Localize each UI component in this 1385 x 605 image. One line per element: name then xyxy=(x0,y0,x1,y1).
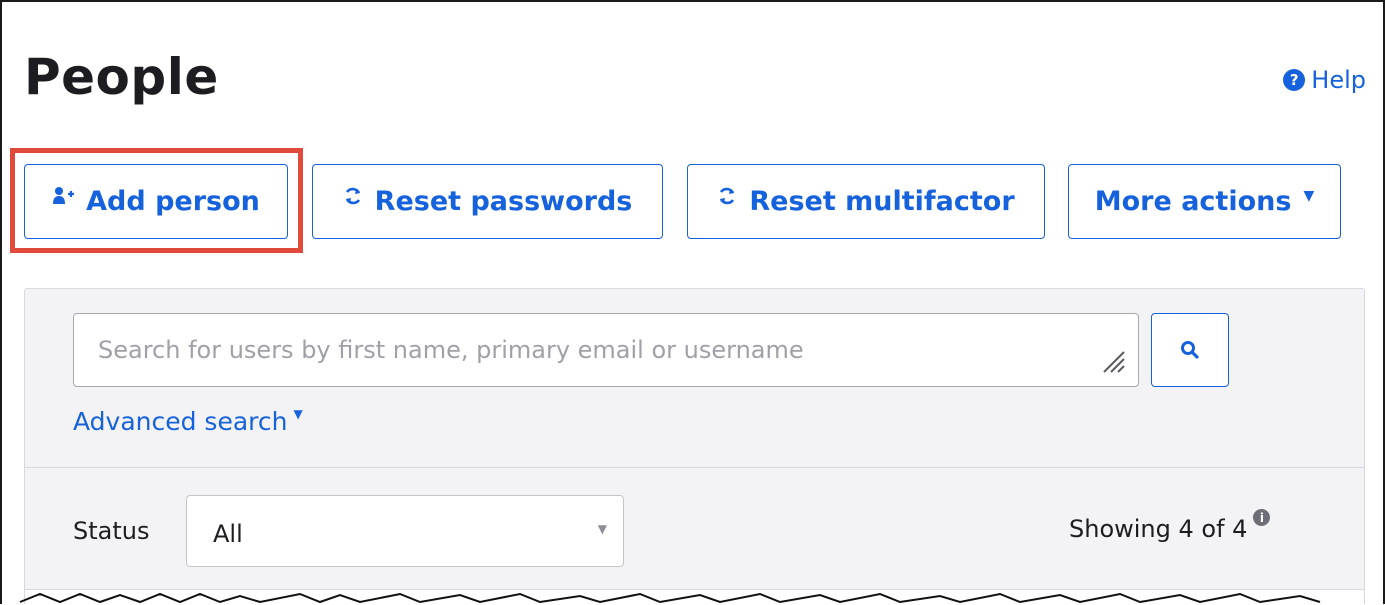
page-title: People xyxy=(24,48,219,106)
reset-multifactor-button[interactable]: Reset multifactor xyxy=(687,164,1045,239)
refresh-icon xyxy=(720,187,735,204)
add-person-button[interactable]: Add person xyxy=(24,164,288,239)
search-icon xyxy=(1181,341,1199,359)
status-label: Status xyxy=(73,517,150,545)
caret-down-icon: ▼ xyxy=(293,407,303,421)
search-input[interactable]: Search for users by first name, primary … xyxy=(73,313,1139,387)
more-actions-button[interactable]: More actions ▼ xyxy=(1068,164,1341,239)
question-circle-icon: ? xyxy=(1283,69,1306,91)
divider xyxy=(25,467,1364,468)
caret-down-icon: ▼ xyxy=(1303,187,1315,204)
add-person-label: Add person xyxy=(86,186,260,217)
status-select-value: All xyxy=(213,520,243,548)
help-label: Help xyxy=(1311,66,1366,94)
help-link[interactable]: ? Help xyxy=(1283,66,1366,94)
more-actions-label: More actions xyxy=(1094,186,1292,217)
search-button[interactable] xyxy=(1151,313,1229,387)
showing-count-text: Showing 4 of 4 xyxy=(1069,515,1248,543)
resize-grip-icon[interactable] xyxy=(1100,348,1126,374)
advanced-search-link[interactable]: Advanced search ▼ xyxy=(73,407,303,436)
search-panel: Search for users by first name, primary … xyxy=(24,288,1365,605)
advanced-search-label: Advanced search xyxy=(73,407,288,436)
search-placeholder: Search for users by first name, primary … xyxy=(98,336,804,364)
chevron-down-icon: ▼ xyxy=(597,522,607,536)
info-icon[interactable]: i xyxy=(1253,509,1271,526)
status-select[interactable]: All ▼ xyxy=(186,495,624,567)
refresh-icon xyxy=(345,187,360,204)
redacted-content xyxy=(19,592,1321,604)
reset-multifactor-label: Reset multifactor xyxy=(749,186,1015,217)
reset-passwords-button[interactable]: Reset passwords xyxy=(312,164,663,239)
reset-passwords-label: Reset passwords xyxy=(374,186,633,217)
add-person-icon xyxy=(53,186,75,204)
showing-count: Showing 4 of 4 i xyxy=(1069,509,1271,543)
